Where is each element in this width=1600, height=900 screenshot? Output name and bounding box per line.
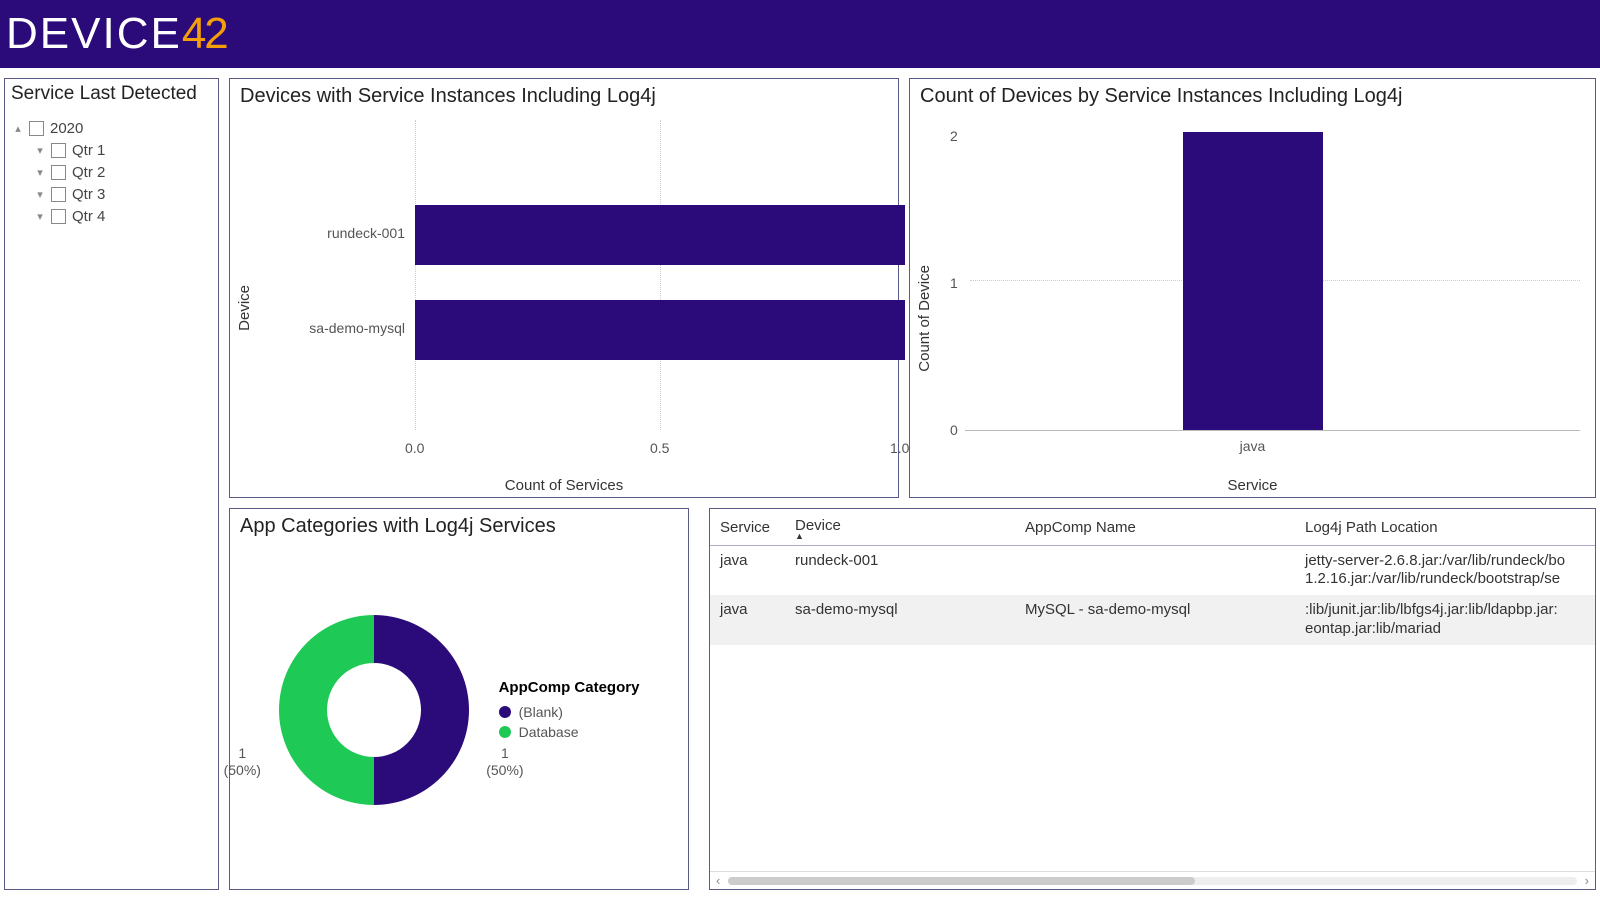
hbar-title: Devices with Service Instances Including…	[230, 79, 898, 110]
legend-swatch	[499, 726, 511, 738]
brand-accent: 42	[182, 9, 227, 59]
tree-item-label: Qtr 2	[72, 164, 105, 181]
vbar-bar[interactable]	[1183, 132, 1323, 430]
col-appcomp[interactable]: AppComp Name	[1015, 509, 1295, 545]
horizontal-scrollbar[interactable]: ‹ ›	[710, 871, 1595, 889]
vbar-title: Count of Devices by Service Instances In…	[910, 79, 1595, 110]
checkbox[interactable]	[51, 143, 66, 158]
hbar-ylabel: Device	[236, 285, 253, 331]
tree-item[interactable]: ▾ Qtr 2	[9, 162, 214, 184]
detail-table[interactable]: Service Device▲ AppComp Name Log4j Path …	[710, 509, 1595, 645]
donut-slice-label: 1(50%)	[486, 745, 523, 779]
col-path[interactable]: Log4j Path Location	[1295, 509, 1595, 545]
hbar-bar[interactable]	[415, 300, 905, 360]
hbar-cat: rundeck-001	[290, 225, 405, 241]
vbar-tick: 1	[950, 275, 958, 291]
legend-swatch	[499, 706, 511, 718]
filter-title: Service Last Detected	[5, 79, 218, 110]
scroll-right-icon[interactable]: ›	[1585, 873, 1589, 888]
legend-item[interactable]: (Blank)	[499, 702, 640, 722]
app-header: DEVICE42	[0, 0, 1600, 68]
col-device[interactable]: Device▲	[785, 509, 1015, 545]
hbar-tick: 1.0	[890, 440, 909, 456]
checkbox[interactable]	[51, 209, 66, 224]
brand-logo: DEVICE42	[6, 9, 227, 59]
hbar-chart[interactable]: Device rundeck-001 sa-demo-mysql 0.0 0.5…	[230, 110, 898, 498]
vbar-ylabel: Count of Device	[916, 265, 933, 372]
tree-root-label: 2020	[50, 120, 83, 137]
checkbox[interactable]	[51, 187, 66, 202]
hbar-bar[interactable]	[415, 205, 905, 265]
chevron-down-icon[interactable]: ▾	[31, 186, 49, 204]
tree-item-label: Qtr 4	[72, 208, 105, 225]
hbar-tick: 0.5	[650, 440, 669, 456]
vbar-tick: 2	[950, 128, 958, 144]
legend-title: AppComp Category	[499, 679, 640, 696]
tree-item[interactable]: ▾ Qtr 4	[9, 206, 214, 228]
donut-chart[interactable]: 1(50%) 1(50%)	[279, 615, 469, 805]
legend-label: (Blank)	[519, 704, 563, 720]
vbar-cat: java	[1240, 438, 1266, 454]
chevron-down-icon[interactable]: ▾	[31, 142, 49, 160]
tree-item[interactable]: ▾ Qtr 1	[9, 140, 214, 162]
vbar-xlabel: Service	[1227, 477, 1277, 494]
count-vbar-panel: Count of Devices by Service Instances In…	[909, 78, 1596, 498]
checkbox[interactable]	[29, 121, 44, 136]
sort-asc-icon: ▲	[795, 534, 1005, 539]
donut-panel: App Categories with Log4j Services 1(50%…	[229, 508, 689, 890]
scroll-left-icon[interactable]: ‹	[716, 873, 720, 888]
table-row[interactable]: java sa-demo-mysql MySQL - sa-demo-mysql…	[710, 595, 1595, 645]
donut-slice-label: 1(50%)	[224, 745, 261, 779]
col-service[interactable]: Service	[710, 509, 785, 545]
hbar-cat: sa-demo-mysql	[290, 320, 405, 336]
tree-item[interactable]: ▾ Qtr 3	[9, 184, 214, 206]
vbar-chart[interactable]: Count of Device 2 1 0 java Service	[910, 110, 1595, 498]
tree-item-label: Qtr 3	[72, 186, 105, 203]
vbar-tick: 0	[950, 422, 958, 438]
legend-label: Database	[519, 724, 579, 740]
scrollbar-track[interactable]	[728, 877, 1576, 885]
tree-root[interactable]: ▴ 2020	[9, 118, 214, 140]
checkbox[interactable]	[51, 165, 66, 180]
legend-item[interactable]: Database	[499, 722, 640, 742]
date-tree: ▴ 2020 ▾ Qtr 1 ▾ Qtr 2 ▾ Qtr 3 ▾	[5, 110, 218, 236]
tree-item-label: Qtr 1	[72, 142, 105, 159]
donut-legend: AppComp Category (Blank) Database	[499, 679, 640, 742]
chevron-down-icon[interactable]: ▾	[31, 164, 49, 182]
hbar-xlabel: Count of Services	[505, 477, 623, 494]
devices-hbar-panel: Devices with Service Instances Including…	[229, 78, 899, 498]
brand-text: DEVICE	[6, 9, 182, 59]
detail-table-panel: Service Device▲ AppComp Name Log4j Path …	[709, 508, 1596, 890]
donut-title: App Categories with Log4j Services	[230, 509, 688, 540]
hbar-tick: 0.0	[405, 440, 424, 456]
chevron-down-icon[interactable]: ▾	[31, 208, 49, 226]
filter-panel: Service Last Detected ▴ 2020 ▾ Qtr 1 ▾ Q…	[4, 78, 219, 890]
table-row[interactable]: java rundeck-001 jetty-server-2.6.8.jar:…	[710, 545, 1595, 595]
chevron-up-icon[interactable]: ▴	[9, 120, 27, 138]
scrollbar-thumb[interactable]	[728, 877, 1195, 885]
